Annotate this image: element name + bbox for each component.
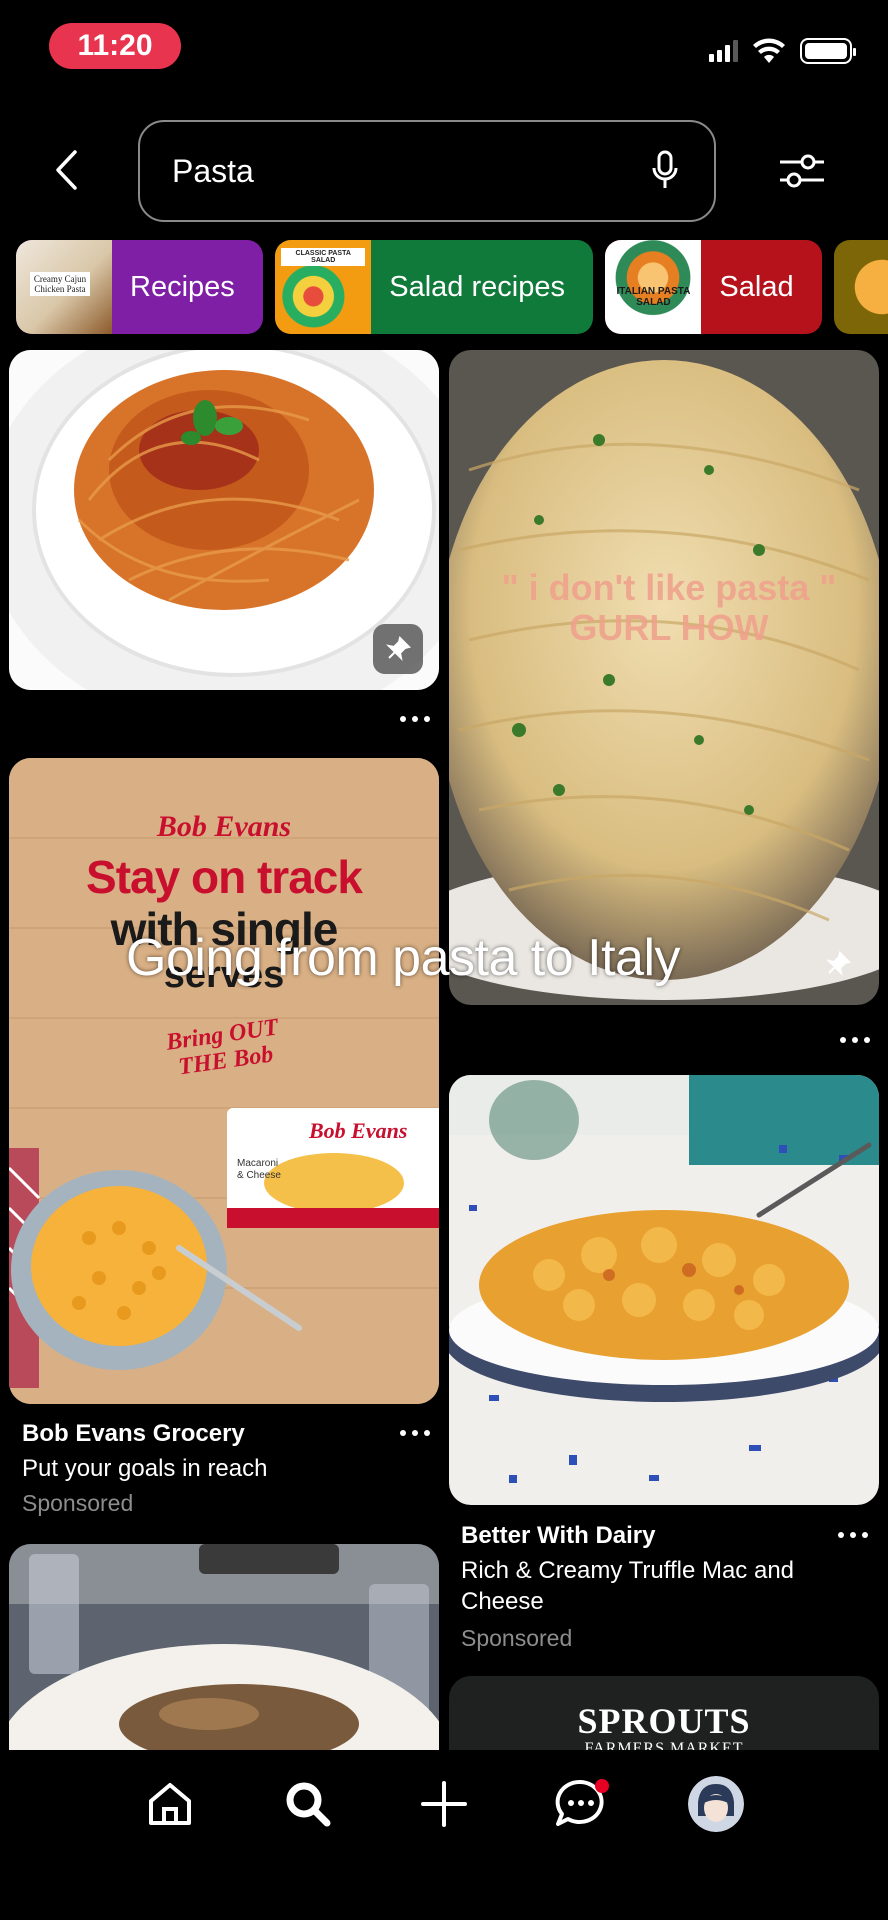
- pin-overlay-text: " i don't like pasta " GURL HOW: [501, 567, 837, 648]
- pin-title[interactable]: Bob Evans Grocery: [22, 1420, 245, 1448]
- pin-description: Put your goals in reach: [22, 1455, 268, 1482]
- chip-thumbnail-text: CLASSIC PASTA SALAD: [281, 248, 366, 266]
- chip-thumbnail-text: ITALIAN PASTA SALAD: [616, 286, 691, 308]
- pin-food-photo[interactable]: [9, 1544, 439, 1750]
- pin-sprouts-ad[interactable]: SPROUTS FARMERS MARKET: [449, 1676, 879, 1750]
- status-bar: 11:20: [0, 0, 888, 90]
- pin-more-options-button[interactable]: [840, 1035, 870, 1045]
- status-time: 11:20: [49, 23, 181, 69]
- battery-icon: [800, 38, 856, 64]
- nav-messages[interactable]: [552, 1774, 612, 1834]
- chip-more[interactable]: [834, 240, 888, 334]
- chip-recipes[interactable]: Creamy Cajun Chicken Pasta Recipes: [16, 240, 263, 334]
- chip-label: Salad recipes: [389, 270, 565, 303]
- pin-mac-and-cheese[interactable]: [449, 1075, 879, 1505]
- pin-more-options-button[interactable]: [838, 1530, 868, 1540]
- filter-sliders-icon: [780, 154, 824, 188]
- home-icon: [149, 1783, 191, 1825]
- pin-image-mac-and-cheese: [449, 1075, 879, 1505]
- chip-thumbnail-text: Creamy Cajun Chicken Pasta: [30, 272, 90, 296]
- microphone-icon: [652, 150, 678, 188]
- ad-brand-logo: Bob Evans: [156, 810, 292, 843]
- chip-salad-recipes[interactable]: CLASSIC PASTA SALAD Salad recipes: [275, 240, 593, 334]
- related-search-chips: Creamy Cajun Chicken Pasta Recipes CLASS…: [16, 240, 888, 336]
- pin-more-options-button[interactable]: [400, 1428, 430, 1438]
- video-caption-overlay: Going from pasta to Italy: [126, 929, 681, 987]
- chip-thumbnail: ITALIAN PASTA SALAD: [605, 240, 702, 334]
- chip-label: Salad: [719, 270, 794, 303]
- pin-description: Rich & Creamy Truffle Mac and Cheese: [461, 1557, 795, 1615]
- bottom-navigation: [0, 1750, 888, 1920]
- chevron-left-icon: [56, 150, 77, 190]
- search-icon: [286, 1782, 331, 1827]
- pin-badge: [373, 624, 423, 674]
- nav-home[interactable]: [140, 1774, 200, 1834]
- ad-headline-1: Stay on track: [86, 851, 363, 903]
- search-bar[interactable]: [138, 120, 716, 222]
- pin-badge: [813, 939, 863, 989]
- ad-brand-subtitle: FARMERS MARKET: [584, 1740, 744, 1750]
- cellular-signal-icon: [709, 40, 738, 62]
- chip-thumbnail: CLASSIC PASTA SALAD: [275, 240, 372, 334]
- search-input[interactable]: [172, 152, 612, 190]
- sponsored-label: Sponsored: [461, 1625, 573, 1651]
- pin-image-food: [9, 1544, 439, 1750]
- nav-create[interactable]: [414, 1774, 474, 1834]
- pin-bob-evans-ad[interactable]: Bob Evans Stay on track with single serv…: [9, 758, 439, 1404]
- pin-fettuccine[interactable]: " i don't like pasta " GURL HOW: [449, 350, 879, 1005]
- avatar-image: [688, 1776, 744, 1832]
- pushpin-icon: [385, 636, 411, 662]
- pin-spaghetti[interactable]: [9, 350, 439, 690]
- back-button[interactable]: [46, 145, 86, 195]
- pin-feed: " i don't like pasta " GURL HOW Bob Evan…: [0, 350, 888, 1750]
- chip-salad[interactable]: ITALIAN PASTA SALAD Salad: [605, 240, 822, 334]
- ad-product-name: Macaroni & Cheese: [237, 1158, 281, 1181]
- pin-title[interactable]: Better With Dairy: [461, 1522, 655, 1550]
- notification-dot: [595, 1779, 609, 1793]
- nav-profile-avatar[interactable]: [688, 1776, 744, 1832]
- ad-product-brand: Bob Evans: [309, 1118, 408, 1143]
- wifi-icon: [753, 38, 785, 63]
- chip-thumbnail: Creamy Cajun Chicken Pasta: [16, 240, 112, 334]
- filter-button[interactable]: [778, 150, 826, 192]
- pin-image-fettuccine: [449, 350, 879, 1005]
- pushpin-icon: [825, 951, 851, 977]
- nav-search[interactable]: [278, 1774, 338, 1834]
- chip-thumbnail: [834, 240, 888, 334]
- sponsored-label: Sponsored: [22, 1490, 134, 1516]
- chat-bubble-icon: [555, 1779, 609, 1826]
- pin-more-options-button[interactable]: [400, 714, 430, 724]
- plus-icon: [421, 1781, 467, 1827]
- ad-brand-logo: SPROUTS: [577, 1701, 751, 1741]
- voice-search-button[interactable]: [650, 150, 680, 197]
- chip-label: Recipes: [130, 270, 235, 303]
